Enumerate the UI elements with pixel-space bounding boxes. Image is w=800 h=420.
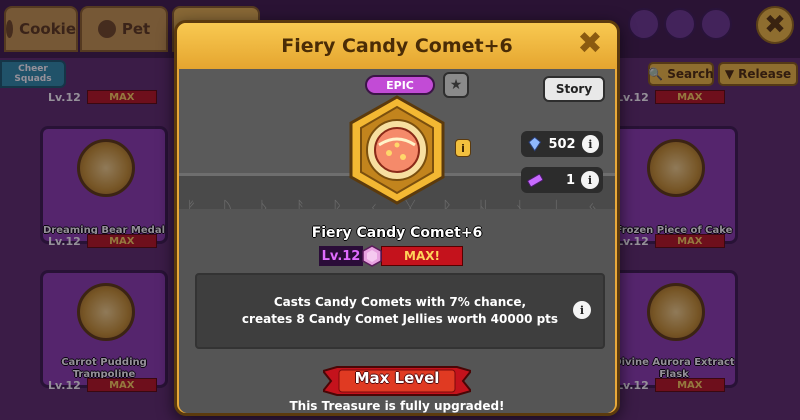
ticket-count: 1 [565,172,575,188]
close-icon[interactable]: ✖ [575,29,605,59]
info-icon[interactable]: i [581,171,599,189]
treasure-name: Fiery Candy Comet+6 [311,225,483,241]
fully-upgraded-text: This Treasure is fully upgraded! [289,399,505,413]
description-line-2: creates 8 Candy Comet Jellies worth 4000… [241,312,559,326]
max-level-label: Max Level [354,369,440,387]
info-icon[interactable]: i [455,139,471,157]
description-line-1: Casts Candy Comets with 7% chance, [273,295,527,309]
info-icon[interactable]: i [581,135,599,153]
modal-body: ᚠ ᚢ ᚦ ᚨ ᚱ ᚲ ᚷ ᚹ ᚺ ᚾ ᛁ ᛃ ᛇ ᛈ ᛉ ᛊ EPIC ★ S… [179,69,615,413]
modal-header: Fiery Candy Comet+6 ✖ [177,23,617,69]
info-icon[interactable]: i [573,301,591,319]
story-button[interactable]: Story [543,76,605,102]
crystal-count-pill: 502 i [521,131,603,157]
description-text: Casts Candy Comets with 7% chance, creat… [242,294,558,328]
max-badge: MAX! [381,246,463,266]
ticket-icon [527,173,543,188]
gem-icon [362,245,382,267]
ticket-count-pill: 1 i [521,167,603,193]
modal-title: Fiery Candy Comet+6 [281,35,513,57]
level-bar: Lv.12 MAX! [319,245,463,267]
rarity-badge: EPIC [365,75,435,95]
fiery-candy-comet-icon [349,95,445,205]
treasure-detail-modal: Fiery Candy Comet+6 ✖ ᚠ ᚢ ᚦ ᚨ ᚱ ᚲ ᚷ ᚹ ᚺ … [174,20,620,416]
crystal-count: 502 [548,136,576,152]
description-box: Casts Candy Comets with 7% chance, creat… [195,273,605,349]
crystal-icon [528,136,542,152]
level-label: Lv.12 [319,246,363,266]
